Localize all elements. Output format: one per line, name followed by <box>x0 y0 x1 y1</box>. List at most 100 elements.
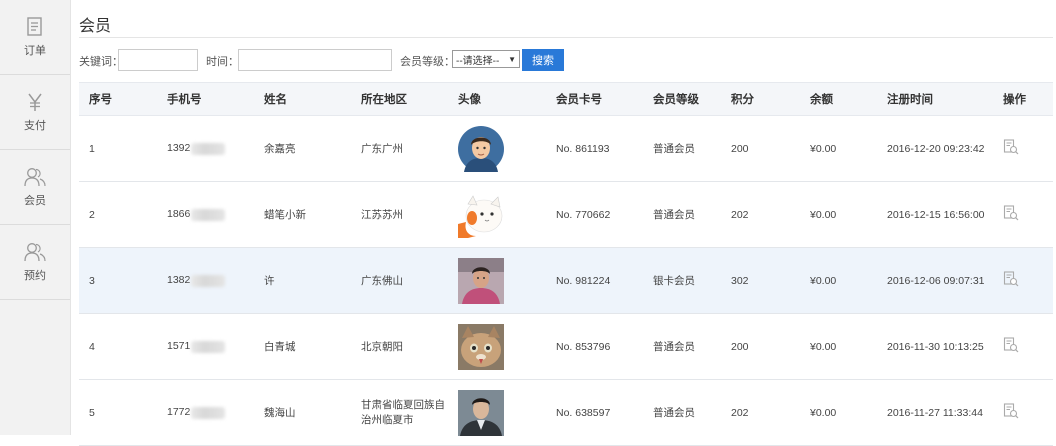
cell-region: 江苏苏州 <box>361 209 403 221</box>
sidebar-item-payment[interactable]: 支付 <box>0 75 70 150</box>
cell-name: 许 <box>264 275 275 287</box>
time-input[interactable] <box>238 49 392 71</box>
sidebar-item-label: 预约 <box>24 270 46 282</box>
view-detail-icon[interactable] <box>1003 205 1019 221</box>
avatar <box>458 257 504 304</box>
cell-level: 普通会员 <box>653 407 695 419</box>
cell-avatar <box>448 380 546 446</box>
cell-points: 200 <box>731 142 749 155</box>
cell-action <box>993 116 1053 182</box>
table-header-row: 序号 手机号 姓名 所在地区 头像 会员卡号 会员等级 积分 余额 注册时间 操… <box>79 82 1053 116</box>
phone-prefix: 1382 <box>167 274 191 287</box>
cell-no: 4 <box>89 340 95 353</box>
cell-card: No. 853796 <box>556 340 611 353</box>
cell-time: 2016-11-30 10:13:25 <box>887 340 984 353</box>
title-divider <box>79 37 1053 38</box>
cell-phone: 1772 <box>157 380 254 446</box>
members-table: 序号 手机号 姓名 所在地区 头像 会员卡号 会员等级 积分 余额 注册时间 操… <box>79 82 1053 446</box>
search-button[interactable]: 搜索 <box>522 49 564 71</box>
cell-balance: ¥0.00 <box>810 274 837 287</box>
cell-balance: ¥0.00 <box>810 208 837 221</box>
cell-no: 5 <box>89 406 95 419</box>
cell-action <box>993 380 1053 446</box>
avatar <box>458 125 504 172</box>
cell-level: 普通会员 <box>653 209 695 221</box>
cell-name: 蜡笔小新 <box>264 209 306 221</box>
phone-redacted <box>191 406 226 419</box>
user-icon <box>24 166 46 188</box>
phone-redacted <box>191 142 226 155</box>
column-header: 所在地区 <box>351 82 448 116</box>
table-row[interactable]: 1 1392 余嘉亮 广东广州 No. 861193 普通会员 200 ¥0.0… <box>79 116 1053 182</box>
cell-points: 202 <box>731 208 749 221</box>
chevron-down-icon: ▼ <box>508 54 516 64</box>
cell-avatar <box>448 182 546 248</box>
level-select-value: --请选择-- <box>456 55 500 67</box>
cell-no: 1 <box>89 142 95 155</box>
cell-level: 普通会员 <box>653 341 695 353</box>
avatar <box>458 389 504 436</box>
column-header: 姓名 <box>254 82 351 116</box>
level-select[interactable]: --请选择-- ▼ <box>452 50 520 68</box>
cell-phone: 1866 <box>157 182 254 248</box>
cell-phone: 1392 <box>157 116 254 182</box>
phone-redacted <box>191 340 226 353</box>
keyword-label: 关键词： <box>79 56 123 68</box>
cell-action <box>993 314 1053 380</box>
cell-no: 3 <box>89 274 95 287</box>
sidebar-item-label: 订单 <box>24 45 46 57</box>
user-icon <box>24 241 46 263</box>
cell-name: 白青城 <box>264 341 296 353</box>
cell-region: 广东广州 <box>361 143 403 155</box>
cell-card: No. 981224 <box>556 274 611 287</box>
avatar <box>458 191 504 238</box>
table-row[interactable]: 3 1382 许 广东佛山 No. 981224 银卡会员 302 ¥0.00 … <box>79 247 1053 314</box>
cell-action <box>993 248 1053 314</box>
sidebar: 订单 支付 会员 预约 <box>0 0 71 435</box>
cell-region: 北京朝阳 <box>361 341 403 353</box>
column-header: 操作 <box>993 82 1053 116</box>
cell-avatar <box>448 314 546 380</box>
cell-points: 200 <box>731 340 749 353</box>
table-row[interactable]: 5 1772 魏海山 甘肃省临夏回族自治州临夏市 No. 638597 普通会员… <box>79 380 1053 446</box>
view-detail-icon[interactable] <box>1003 337 1019 353</box>
cell-avatar <box>448 116 546 182</box>
column-header: 会员卡号 <box>546 82 643 116</box>
main-content: 会员 关键词： 时间： 会员等级： --请选择-- ▼ 搜索 序号 手机号 姓名… <box>79 0 1053 446</box>
phone-prefix: 1772 <box>167 406 191 419</box>
view-detail-icon[interactable] <box>1003 403 1019 419</box>
keyword-input[interactable] <box>118 49 198 71</box>
cell-action <box>993 182 1053 248</box>
cell-phone: 1382 <box>157 248 254 314</box>
cell-balance: ¥0.00 <box>810 340 837 353</box>
sidebar-item-label: 会员 <box>24 195 46 207</box>
cell-time: 2016-12-15 16:56:00 <box>887 208 985 221</box>
column-header: 手机号 <box>157 82 254 116</box>
cell-time: 2016-12-06 09:07:31 <box>887 274 985 287</box>
column-header: 头像 <box>448 82 546 116</box>
sidebar-item-orders[interactable]: 订单 <box>0 0 70 75</box>
sidebar-item-members[interactable]: 会员 <box>0 150 70 225</box>
cell-time: 2016-11-27 11:33:44 <box>887 406 983 419</box>
sidebar-item-booking[interactable]: 预约 <box>0 225 70 300</box>
table-row[interactable]: 4 1571 白青城 北京朝阳 No. 853796 普通会员 200 ¥0.0… <box>79 314 1053 380</box>
cell-level: 银卡会员 <box>653 275 695 287</box>
phone-prefix: 1866 <box>167 208 191 221</box>
cell-time: 2016-12-20 09:23:42 <box>887 142 985 155</box>
cell-points: 202 <box>731 406 749 419</box>
column-header: 注册时间 <box>877 82 993 116</box>
page-title: 会员 <box>79 18 112 35</box>
cell-name: 魏海山 <box>264 407 296 419</box>
level-label: 会员等级： <box>400 56 455 68</box>
phone-prefix: 1571 <box>167 340 191 353</box>
yen-icon <box>24 91 46 113</box>
sidebar-item-label: 支付 <box>24 120 46 132</box>
column-header: 序号 <box>79 82 157 116</box>
column-header: 会员等级 <box>643 82 721 116</box>
cell-balance: ¥0.00 <box>810 406 837 419</box>
view-detail-icon[interactable] <box>1003 139 1019 155</box>
view-detail-icon[interactable] <box>1003 271 1019 287</box>
cell-name: 余嘉亮 <box>264 143 296 155</box>
table-row[interactable]: 2 1866 蜡笔小新 江苏苏州 No. 770662 普通会员 202 ¥0.… <box>79 182 1053 248</box>
cell-card: No. 638597 <box>556 406 611 419</box>
